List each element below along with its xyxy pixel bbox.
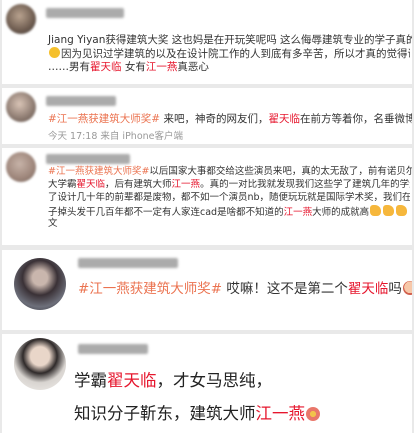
highlighted-name[interactable]: 江一燕 (146, 61, 178, 73)
avatar[interactable] (6, 92, 36, 122)
comment-card-5: 学霸翟天临，才女马思纯， 知识分子靳东，建筑大师江一燕 (2, 334, 412, 433)
highlighted-name[interactable]: 翟天临 (107, 371, 157, 390)
comment-text: 文 (48, 218, 58, 229)
comment-text: 真恶心 (177, 61, 209, 73)
comment-text: 大学霸 (48, 179, 77, 190)
thumbs-up-emoji-icon (383, 205, 395, 216)
comment-text: ，才女马思纯， (156, 371, 273, 390)
comment-text: 。真的一对比我就发现我们这些学了建筑几年的学生还有干 (200, 179, 410, 190)
comment-text: 知识分子靳东，建筑大师 (74, 404, 256, 423)
avatar[interactable] (6, 152, 36, 182)
comment-line: 知识分子靳东，建筑大师江一燕 (74, 401, 412, 426)
highlighted-name[interactable]: 江一燕 (172, 179, 201, 190)
comment-text: 女有 (121, 61, 146, 73)
hashtag-link[interactable]: #江一燕获建筑大师奖# (48, 113, 160, 125)
comment-text: ，后有建筑大师 (105, 179, 172, 190)
comment-text: Jiang Yiyan获得建筑大奖 这也妈是在开玩笑呢吗 这么侮辱建筑专业的学子… (48, 34, 412, 46)
comment-line: 学霸翟天临，才女马思纯， (74, 368, 412, 393)
comment-text: 哎嘛！这不是第二个 (222, 281, 348, 297)
comment-body: 学霸翟天临，才女马思纯， 知识分子靳东，建筑大师江一燕 (74, 368, 412, 423)
comment-text: 来吧，神奇的网友们， (160, 113, 269, 125)
thumbs-up-emoji-icon (370, 205, 382, 216)
comment-card-3: #江一燕获建筑大师奖#以后国家大事都交给这些演员来吧，真的太无敌了，前有诺贝尔靳… (2, 148, 412, 245)
username-redacted[interactable] (46, 154, 130, 164)
flower-emoji-icon (306, 407, 320, 421)
hashtag-link[interactable]: #江一燕获建筑大师奖# (48, 166, 149, 177)
highlighted-name[interactable]: 翟天临 (268, 113, 300, 125)
comment-line: 大学霸翟天临，后有建筑大师江一燕。真的一对比我就发现我们这些学了建筑几年的学生还… (48, 179, 410, 192)
comment-line: 了设计几十年的前辈都是废物，都不如一个演员nb，随便玩玩就是国际学术奖，我们在这… (48, 192, 410, 205)
comment-text: 以后国家大事都交给这些演员来吧，真的太无敌了，前有诺贝尔靳东 (149, 166, 412, 177)
comment-line: #江一燕获建筑大师奖# 来吧，神奇的网友们，翟天临在前方等着你，名垂微博史哦~ (48, 112, 412, 127)
comment-line: Jiang Yiyan获得建筑大奖 这也妈是在开玩笑呢吗 这么侮辱建筑专业的学子… (48, 33, 412, 48)
highlighted-name[interactable]: 江一燕 (256, 404, 306, 423)
comment-line: ……男有翟天临 女有江一燕真恶心 (48, 61, 209, 75)
comment-text: 大师的成就高 (312, 207, 370, 218)
smile-emoji-icon (49, 47, 60, 58)
comment-card-1: Jiang Yiyan获得建筑大奖 这也妈是在开玩笑呢吗 这么侮辱建筑专业的学子… (2, 0, 412, 84)
thumbs-up-emoji-icon (396, 205, 408, 216)
highlighted-name[interactable]: 江一燕 (284, 207, 313, 218)
avatar[interactable] (14, 338, 66, 390)
comment-text: 因为见识过学建筑的以及在设计院工作的人到底有多辛苦，所以才真的觉得讽刺……无语了 (61, 48, 410, 60)
comment-text: 吗 (388, 281, 402, 297)
comment-text: 了设计几十年的前辈都是废物，都不如一个演员nb，随便玩玩就是国际学术奖，我们在这… (48, 192, 410, 203)
post-timestamp: 今天 17:18 来自 iPhone客户端 (48, 131, 184, 142)
comment-text: 在前方等着你，名垂微博史哦~ (299, 113, 412, 125)
comment-text: 子掉头发干几百年都不一定有人家连cad是啥都不知道的 (48, 207, 284, 218)
avatar[interactable] (14, 258, 66, 310)
highlighted-name[interactable]: 翟天临 (90, 61, 122, 73)
username-redacted[interactable] (46, 96, 116, 106)
comment-card-2: #江一燕获建筑大师奖# 来吧，神奇的网友们，翟天临在前方等着你，名垂微博史哦~ … (2, 88, 412, 144)
highlighted-name[interactable]: 翟天临 (348, 281, 389, 297)
username-redacted[interactable] (46, 8, 124, 18)
comment-text: ……男有 (48, 61, 90, 73)
hashtag-link[interactable]: #江一燕获建筑大师奖# (78, 281, 222, 297)
comment-line: #江一燕获建筑大师奖# 哎嘛！这不是第二个翟天临吗 (78, 280, 412, 298)
username-redacted[interactable] (78, 258, 178, 268)
comment-line: #江一燕获建筑大师奖#以后国家大事都交给这些演员来吧，真的太无敌了，前有诺贝尔靳… (48, 166, 412, 179)
comment-card-4: #江一燕获建筑大师奖# 哎嘛！这不是第二个翟天临吗 (2, 250, 412, 330)
comment-text: 学霸 (74, 371, 107, 390)
comment-line: 子掉头发干几百年都不一定有人家连cad是啥都不知道的江一燕大师的成就高 (48, 205, 410, 220)
comment-line: 因为见识过学建筑的以及在设计院工作的人到底有多辛苦，所以才真的觉得讽刺……无语了 (48, 47, 410, 62)
avatar[interactable] (6, 4, 36, 34)
username-redacted[interactable] (78, 344, 148, 354)
highlighted-name[interactable]: 翟天临 (77, 179, 106, 190)
face-emoji-icon (402, 281, 412, 295)
